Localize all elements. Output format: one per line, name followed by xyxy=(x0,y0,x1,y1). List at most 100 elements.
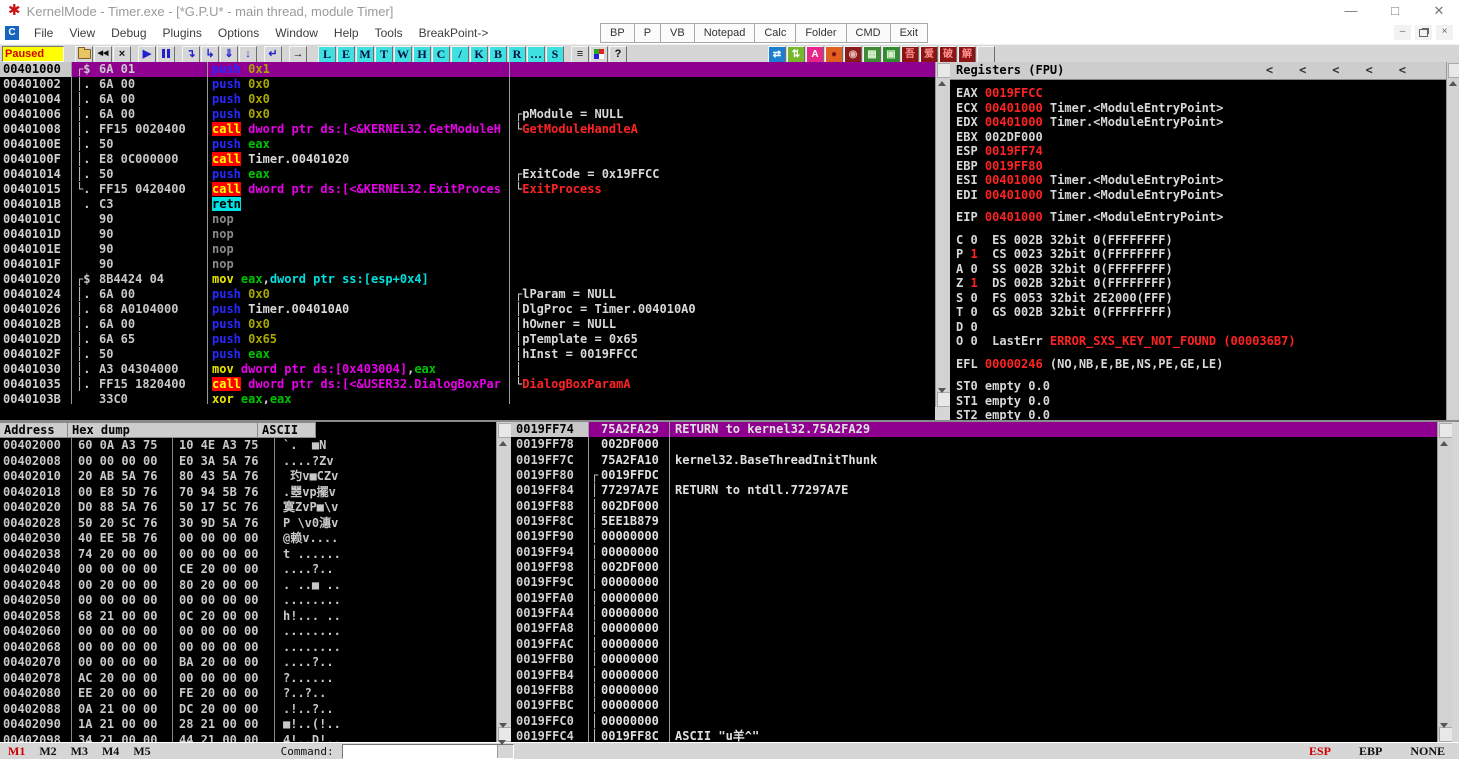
close-window-button[interactable]: × xyxy=(113,46,131,63)
hexdump-row[interactable]: 0040201800 E8 5D 7670 94 5B 76.瞾vp擺v xyxy=(0,485,496,501)
close-button[interactable]: ✕ xyxy=(1419,0,1459,22)
rewind-button[interactable]: ◀◀ xyxy=(94,46,112,63)
menu-item-help[interactable]: Help xyxy=(326,22,367,44)
hexdump-row[interactable]: 00402020D0 88 5A 7650 17 5C 76寞ZvP■\v xyxy=(0,500,496,516)
hexdump-col-address[interactable]: Address xyxy=(0,422,68,438)
register-row[interactable]: EIP 00401000 Timer.<ModuleEntryPoint> xyxy=(956,210,1446,225)
quick-button-exit[interactable]: Exit xyxy=(890,23,928,43)
panel-icon[interactable]: ▣ xyxy=(882,46,900,63)
hexdump-row[interactable]: 0040203874 20 00 0000 00 00 00t ...... xyxy=(0,547,496,563)
executables-button[interactable]: E xyxy=(337,46,355,63)
empty-button[interactable] xyxy=(977,46,995,63)
disasm-row[interactable]: 00401004│.6A 00push 0x0 xyxy=(0,92,935,107)
register-row[interactable]: ST1 empty 0.0 xyxy=(956,394,1446,409)
stack-row[interactable]: 0019FFA0│00000000 xyxy=(511,591,1437,606)
maximize-button[interactable]: □ xyxy=(1375,0,1415,22)
command-input[interactable] xyxy=(342,744,514,759)
registers-collapse-arrow[interactable]: < xyxy=(1399,62,1406,79)
disasm-row[interactable]: 0040103B33C0xor eax,eax xyxy=(0,392,935,404)
hexdump-col-hex[interactable]: Hex dump xyxy=(68,422,258,438)
disasm-row[interactable]: 00401030│.A3 04304000mov dword ptr ds:[0… xyxy=(0,362,935,377)
sync-arrows-icon[interactable]: ⇄ xyxy=(768,46,786,63)
scroll-down-icon[interactable] xyxy=(937,392,951,407)
stack-row[interactable]: 0019FF98│002DF000 xyxy=(511,560,1437,575)
registers-collapse-arrow[interactable]: < xyxy=(1266,62,1273,79)
quick-button-vb[interactable]: VB xyxy=(660,23,695,43)
register-row[interactable]: ST2 empty 0.0 xyxy=(956,408,1446,420)
stack-row[interactable]: 0019FF88│002DF000 xyxy=(511,499,1437,514)
dropdown-arrow-icon[interactable] xyxy=(497,745,513,758)
menu-item-breakpoint[interactable]: BreakPoint-> xyxy=(411,22,497,44)
disasm-row[interactable]: 0040102B│.6A 00push 0x0│hOwner = NULL xyxy=(0,317,935,332)
run-trace-button[interactable]: … xyxy=(527,46,545,63)
grid-icon[interactable]: ▦ xyxy=(863,46,881,63)
stack-row[interactable]: 0019FF80┌0019FFDC xyxy=(511,468,1437,483)
stack-row[interactable]: 0019FF8C│5EE1B879 xyxy=(511,514,1437,529)
disasm-row[interactable]: 00401020┌$8B4424 04mov eax,dword ptr ss:… xyxy=(0,272,935,287)
hexdump-row[interactable]: 0040203040 EE 5B 7600 00 00 00@赖v.... xyxy=(0,531,496,547)
child-restore-button[interactable] xyxy=(1415,25,1432,40)
minimize-button[interactable]: — xyxy=(1331,0,1371,22)
stack-row[interactable]: 0019FFB8│00000000 xyxy=(511,683,1437,698)
stack-row[interactable]: 0019FF84│77297A7ERETURN to ntdll.77297A7… xyxy=(511,483,1437,498)
scroll-up-icon[interactable] xyxy=(937,63,951,78)
updown-arrows-icon[interactable]: ⇅ xyxy=(787,46,805,63)
register-row[interactable]: Z 1 DS 002B 32bit 0(FFFFFFFF) xyxy=(956,276,1446,291)
help-button[interactable]: ? xyxy=(609,46,627,63)
register-row[interactable]: D 0 xyxy=(956,320,1446,335)
hexdump-row[interactable]: 0040206800 00 00 0000 00 00 00........ xyxy=(0,640,496,656)
register-row[interactable]: ST0 empty 0.0 xyxy=(956,379,1446,394)
trace-into-button[interactable]: ⇓ xyxy=(220,46,238,63)
log-list-button[interactable]: ≡ xyxy=(571,46,589,63)
registers-collapse-arrow[interactable]: < xyxy=(1332,62,1339,79)
hexdump-row[interactable]: 0040200060 0A A3 7510 4E A3 75`. ■N xyxy=(0,438,496,454)
hexdump-row[interactable]: 0040206000 00 00 0000 00 00 00........ xyxy=(0,624,496,640)
stack-scrollbar[interactable] xyxy=(1437,422,1453,742)
call-stack-button[interactable]: K xyxy=(470,46,488,63)
window-shortcut-m5[interactable]: M5 xyxy=(133,744,150,759)
stack-row[interactable]: 0019FFB4│00000000 xyxy=(511,668,1437,683)
scroll-down-icon[interactable] xyxy=(1439,727,1453,742)
registers-collapse-arrow[interactable]: < xyxy=(1366,62,1373,79)
disasm-row[interactable]: 0040101D90nop xyxy=(0,227,935,242)
registers-scrollbar[interactable] xyxy=(1446,62,1459,420)
menu-item-debug[interactable]: Debug xyxy=(103,22,154,44)
hexdump-row[interactable]: 0040209834 21 00 0044 21 00 004!..D!.. xyxy=(0,733,496,743)
hanzi-jie-icon[interactable]: 解 xyxy=(958,46,976,63)
disasm-row[interactable]: 0040101B .C3retn xyxy=(0,197,935,212)
appearance-button[interactable] xyxy=(590,46,608,63)
disasm-row[interactable]: 00401015└.FF15 0420400call dword ptr ds:… xyxy=(0,182,935,197)
stack-row[interactable]: 0019FFAC│00000000 xyxy=(511,637,1437,652)
disasm-row[interactable]: 0040101E90nop xyxy=(0,242,935,257)
cpu-button[interactable]: C xyxy=(432,46,450,63)
quick-button-notepad[interactable]: Notepad xyxy=(694,23,756,43)
register-row[interactable]: EDX 00401000 Timer.<ModuleEntryPoint> xyxy=(956,115,1446,130)
disasm-row[interactable]: 00401008│.FF15 0020400call dword ptr ds:… xyxy=(0,122,935,137)
window-shortcut-m2[interactable]: M2 xyxy=(39,744,56,759)
quick-button-bp[interactable]: BP xyxy=(600,23,635,43)
hexdump-scrollbar[interactable] xyxy=(496,422,512,742)
stack-row[interactable]: 0019FF94│00000000 xyxy=(511,545,1437,560)
step-over-button[interactable]: ↳ xyxy=(201,46,219,63)
trace-over-button[interactable]: ↓ xyxy=(239,46,257,63)
references-button[interactable]: R xyxy=(508,46,526,63)
disasm-row[interactable]: 00401024│.6A 00push 0x0┌lParam = NULL xyxy=(0,287,935,302)
register-row[interactable]: T 0 GS 002B 32bit 0(FFFFFFFF) xyxy=(956,305,1446,320)
stack-row[interactable]: 0019FFBC│00000000 xyxy=(511,698,1437,713)
memory-map-button[interactable]: M xyxy=(356,46,374,63)
hexdump-row[interactable]: 00402078AC 20 00 0000 00 00 00?...... xyxy=(0,671,496,687)
hexdump-row[interactable]: 004020901A 21 00 0028 21 00 00■!..(!.. xyxy=(0,717,496,733)
windows-button[interactable]: W xyxy=(394,46,412,63)
register-row[interactable]: ECX 00401000 Timer.<ModuleEntryPoint> xyxy=(956,101,1446,116)
register-row[interactable]: EDI 00401000 Timer.<ModuleEntryPoint> xyxy=(956,188,1446,203)
breakpoints-button[interactable]: B xyxy=(489,46,507,63)
stack-row[interactable]: 0019FF7475A2FA29RETURN to kernel32.75A2F… xyxy=(511,422,1437,437)
stack-row[interactable]: 0019FFC4│0019FF8CASCII "u羊^" xyxy=(511,729,1437,742)
menu-item-window[interactable]: Window xyxy=(267,22,326,44)
child-minimize-button[interactable]: – xyxy=(1394,25,1411,40)
open-file-button[interactable] xyxy=(75,46,93,63)
hexdump-row[interactable]: 0040204000 00 00 00CE 20 00 00....?.. xyxy=(0,562,496,578)
hexdump-col-ascii[interactable]: ASCII xyxy=(258,422,316,438)
stack-row[interactable]: 0019FFC0│00000000 xyxy=(511,714,1437,729)
go-to-button[interactable]: → xyxy=(289,46,307,63)
